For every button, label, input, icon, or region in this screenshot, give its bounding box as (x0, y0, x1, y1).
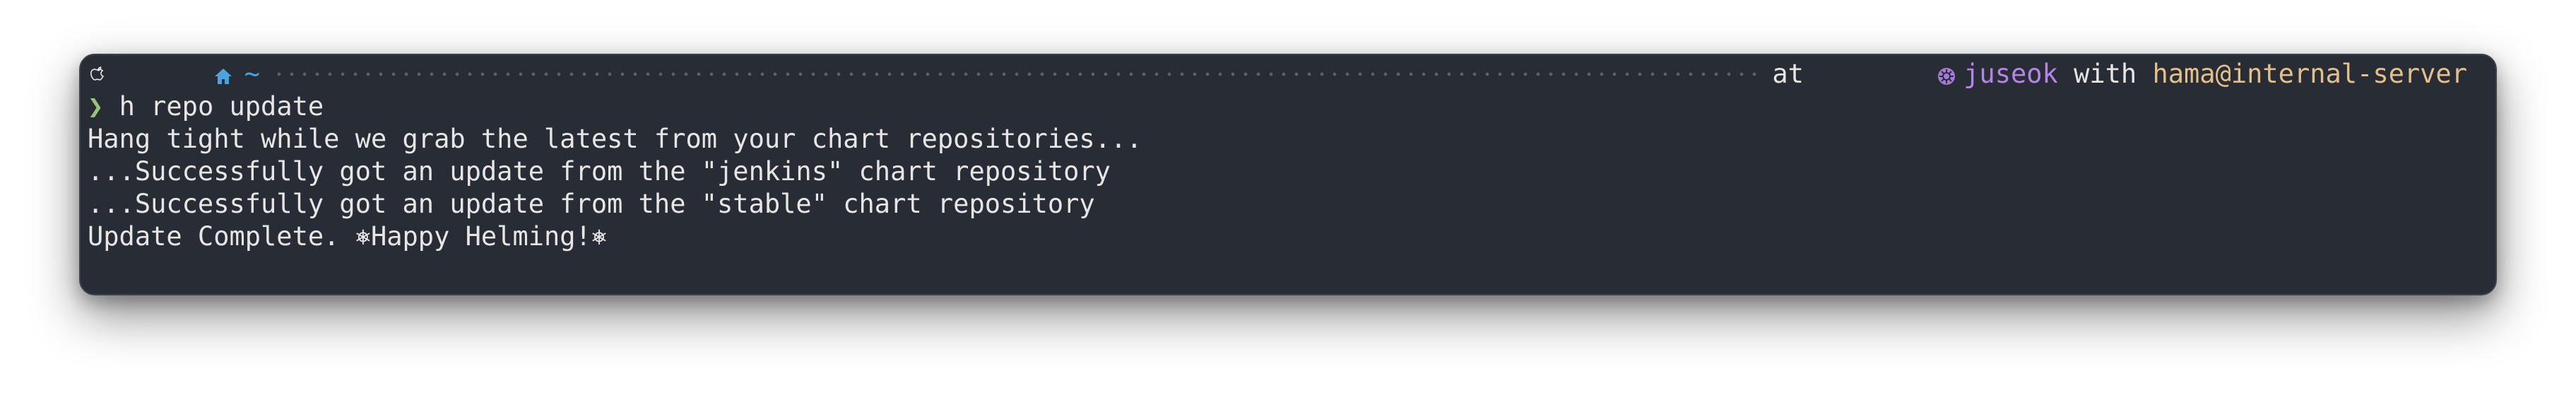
at-label: at (1772, 59, 1804, 89)
command-line[interactable]: ❯ h repo update (88, 90, 2467, 123)
with-text: with (2074, 59, 2137, 89)
prompt-filler-dots (272, 58, 1760, 90)
output-line: ...Successfully got an update from the "… (88, 189, 1095, 219)
cwd-path: ~ (244, 59, 260, 89)
user-host: hama@internal-server (2152, 59, 2467, 89)
command-text: h repo update (119, 91, 324, 122)
output-line: Update Complete. ⎈Happy Helming!⎈ (88, 221, 608, 252)
terminal-window[interactable]: ~ at juseok with hama@internal-server ❯ … (79, 54, 2497, 295)
kube-context: juseok (1963, 59, 2058, 89)
output-line: ...Successfully got an update from the "… (88, 156, 1111, 187)
prompt-line: ~ at juseok with hama@internal-server (88, 58, 2467, 90)
prompt-chevron-icon: ❯ (88, 91, 104, 122)
output-line: Hang tight while we grab the latest from… (88, 124, 1142, 154)
apple-icon (88, 58, 109, 90)
with-label: with (2058, 58, 2153, 90)
